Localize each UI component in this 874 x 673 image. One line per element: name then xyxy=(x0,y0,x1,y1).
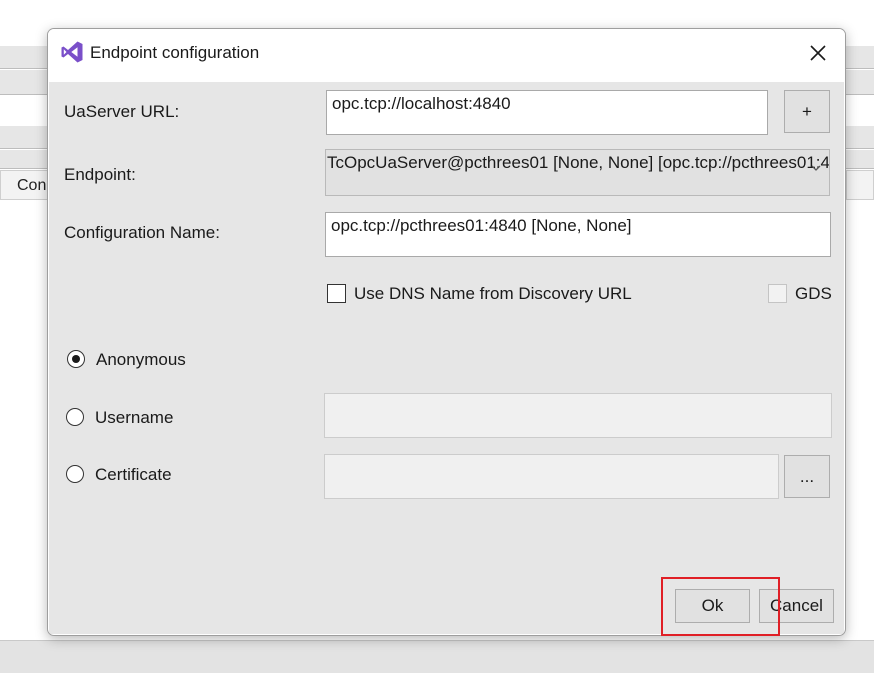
gds-checkbox xyxy=(768,284,787,303)
gds-checkbox-label: GDS xyxy=(795,284,832,303)
configuration-name-label: Configuration Name: xyxy=(64,223,220,242)
browse-certificate-button[interactable]: ... xyxy=(784,455,830,498)
use-dns-checkbox-label[interactable]: Use DNS Name from Discovery URL xyxy=(354,284,632,304)
certificate-input xyxy=(324,454,779,499)
background-column-header: Con xyxy=(0,170,52,200)
dialog-titlebar: Endpoint configuration xyxy=(48,29,845,79)
username-radio[interactable] xyxy=(66,408,84,426)
endpoint-selected-value: TcOpcUaServer@pcthrees01 [None, None] [o… xyxy=(327,153,830,172)
visual-studio-icon xyxy=(61,41,83,63)
username-radio-label[interactable]: Username xyxy=(95,408,173,428)
use-dns-checkbox[interactable] xyxy=(327,284,346,303)
close-icon xyxy=(810,45,826,61)
anonymous-radio[interactable] xyxy=(67,350,85,368)
endpoint-label: Endpoint: xyxy=(64,165,136,184)
certificate-radio-label[interactable]: Certificate xyxy=(95,465,172,485)
username-input xyxy=(324,393,832,438)
ok-button[interactable]: Ok xyxy=(675,589,750,623)
uaserver-url-label: UaServer URL: xyxy=(64,102,180,121)
add-url-button[interactable]: + xyxy=(784,90,830,133)
endpoint-dropdown[interactable]: TcOpcUaServer@pcthrees01 [None, None] [o… xyxy=(325,149,830,196)
certificate-radio[interactable] xyxy=(66,465,84,483)
uaserver-url-input[interactable]: opc.tcp://localhost:4840 xyxy=(326,90,768,135)
dialog-title: Endpoint configuration xyxy=(90,43,260,62)
chevron-down-icon xyxy=(811,165,821,171)
background-status-bar xyxy=(0,640,874,673)
close-button[interactable] xyxy=(801,37,835,69)
cancel-button[interactable]: Cancel xyxy=(759,589,834,623)
configuration-name-input[interactable]: opc.tcp://pcthrees01:4840 [None, None] xyxy=(325,212,831,257)
anonymous-radio-label[interactable]: Anonymous xyxy=(96,350,186,370)
radio-selected-dot xyxy=(72,355,80,363)
background-column-header-right xyxy=(846,170,874,200)
